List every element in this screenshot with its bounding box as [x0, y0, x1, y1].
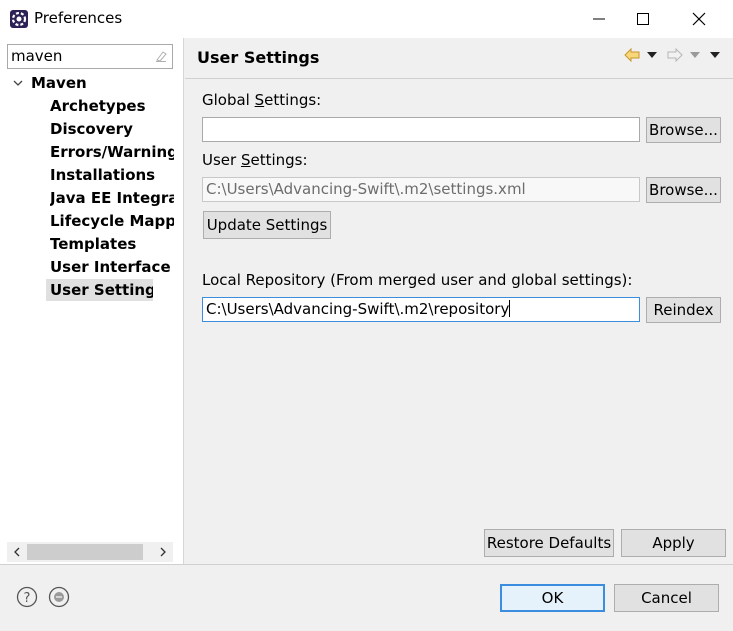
chevron-down-icon[interactable]	[13, 78, 23, 88]
chevron-right-icon	[160, 547, 166, 557]
tree-item-maven[interactable]: Maven	[13, 74, 87, 92]
svg-text:?: ?	[24, 591, 31, 606]
tree-item-java-ee-integration[interactable]: Java EE Integrati	[50, 187, 174, 209]
page-title: User Settings	[197, 48, 320, 67]
maximize-icon	[637, 13, 649, 25]
user-settings-field[interactable]: C:\Users\Advancing-Swift\.m2\settings.xm…	[202, 177, 640, 202]
view-menu-chevron-icon[interactable]	[708, 46, 722, 64]
tree-item-user-settings[interactable]: User Settings	[46, 279, 153, 301]
local-repository-value: C:\Users\Advancing-Swift\.m2\repository	[206, 300, 510, 318]
global-settings-label: Global Settings:	[202, 91, 322, 109]
tree-item-installations[interactable]: Installations	[50, 164, 174, 186]
close-button[interactable]	[677, 0, 721, 38]
user-settings-label: User Settings:	[202, 151, 308, 169]
user-browse-button[interactable]: Browse...	[646, 177, 721, 203]
title-separator	[185, 78, 733, 79]
tree-item-archetypes[interactable]: Archetypes	[50, 95, 174, 117]
tree-item-label: Maven	[31, 74, 87, 92]
scrollbar-thumb[interactable]	[27, 544, 143, 560]
eclipse-gear-icon	[9, 9, 29, 29]
close-icon	[692, 12, 706, 26]
minimize-icon	[593, 18, 605, 20]
global-settings-field[interactable]	[202, 117, 640, 142]
forward-menu-chevron-icon[interactable]	[688, 46, 702, 64]
cancel-button[interactable]: Cancel	[614, 584, 719, 612]
forward-arrow-icon[interactable]	[665, 46, 685, 64]
chevron-left-icon	[14, 547, 20, 557]
tree-item-user-interface[interactable]: User Interface	[50, 256, 174, 278]
text-caret	[509, 300, 511, 317]
window-title: Preferences	[34, 9, 123, 27]
local-repository-label: Local Repository (From merged user and g…	[202, 271, 633, 289]
ok-button[interactable]: OK	[500, 584, 605, 612]
local-repository-field[interactable]: C:\Users\Advancing-Swift\.m2\repository	[202, 297, 640, 322]
minimize-button[interactable]	[577, 0, 621, 38]
scroll-right-button[interactable]	[153, 542, 173, 562]
tree-horizontal-scrollbar[interactable]	[7, 542, 173, 562]
back-menu-chevron-icon[interactable]	[645, 46, 659, 64]
tree-item-discovery[interactable]: Discovery	[50, 118, 174, 140]
help-icon[interactable]: ?	[16, 586, 38, 608]
update-settings-button[interactable]: Update Settings	[203, 211, 331, 239]
reindex-button[interactable]: Reindex	[646, 297, 721, 323]
filter-text: maven	[11, 47, 63, 65]
scroll-left-button[interactable]	[7, 542, 27, 562]
back-arrow-icon[interactable]	[622, 46, 642, 64]
filter-input[interactable]: maven	[7, 44, 173, 69]
tree-item-errors-warnings[interactable]: Errors/Warnings	[50, 141, 174, 163]
import-export-icon[interactable]	[48, 586, 70, 608]
clear-filter-icon[interactable]	[154, 49, 168, 63]
apply-button[interactable]: Apply	[621, 529, 726, 557]
maximize-button[interactable]	[621, 0, 665, 38]
tree-item-templates[interactable]: Templates	[50, 233, 174, 255]
restore-defaults-button[interactable]: Restore Defaults	[484, 529, 614, 557]
tree-item-lifecycle-mappings[interactable]: Lifecycle Mappir	[50, 210, 174, 232]
global-browse-button[interactable]: Browse...	[646, 117, 721, 143]
